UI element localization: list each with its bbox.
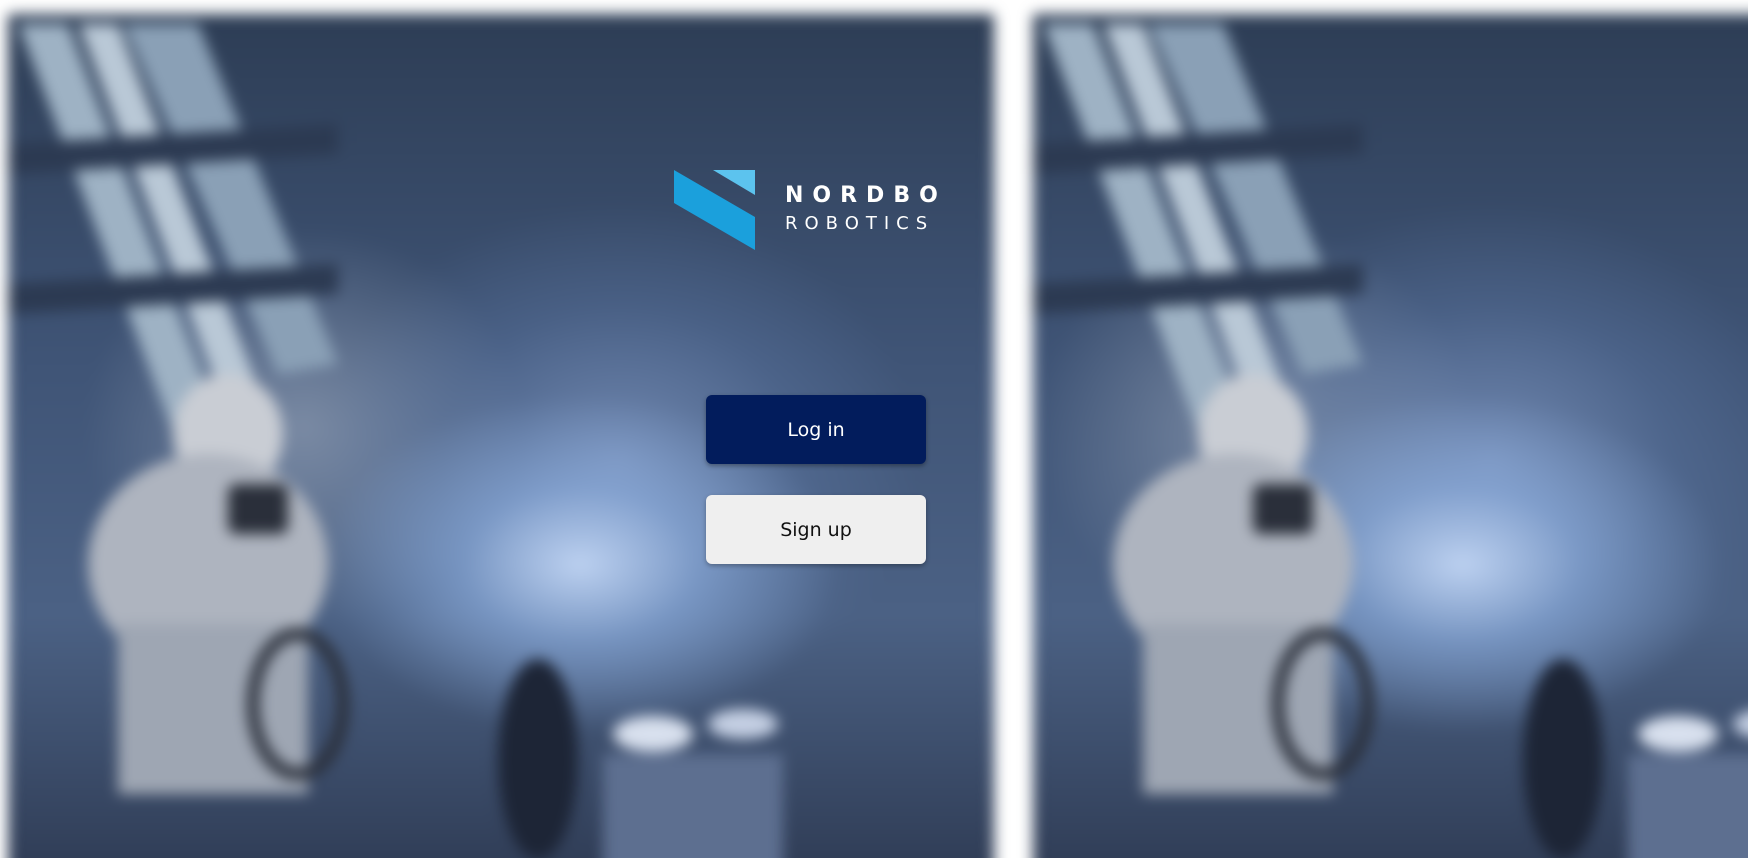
signup-button[interactable]: Sign up: [706, 495, 926, 564]
background-image-right: [1033, 14, 1748, 858]
brand-name: NORDBO: [785, 183, 947, 208]
nordbo-logo-mark-icon: [674, 170, 755, 250]
login-button[interactable]: Log in: [706, 395, 926, 464]
brand-subtitle: ROBOTICS: [785, 213, 935, 234]
nordbo-logo: NORDBO ROBOTICS: [674, 168, 964, 252]
login-screen: NORDBO ROBOTICS Log in Sign up: [0, 0, 1748, 858]
